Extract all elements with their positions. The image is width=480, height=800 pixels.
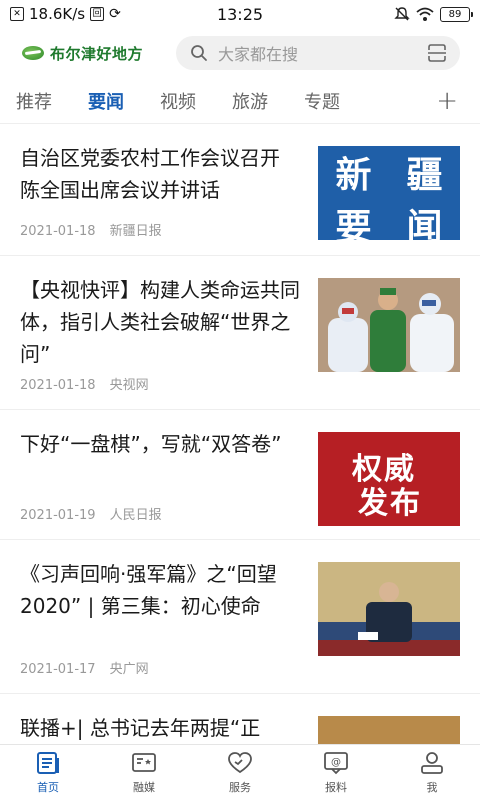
user-icon — [421, 752, 443, 774]
bottom-nav: 首页 融媒 服务 @ 报料 我 — [0, 744, 480, 800]
add-channel-button[interactable]: + — [436, 86, 458, 116]
thumb-char: 要 — [335, 206, 372, 240]
nav-me[interactable]: 我 — [384, 745, 480, 800]
news-meta: 2021-01-18 央视网 — [20, 374, 300, 409]
nav-media[interactable]: 融媒 — [96, 745, 192, 800]
news-source: 央广网 — [109, 662, 149, 677]
news-thumbnail: 新 疆 要 闻 — [318, 146, 460, 240]
search-icon — [191, 45, 207, 61]
thumb-char: 新 — [335, 154, 372, 196]
news-thumbnail — [318, 562, 460, 656]
news-item[interactable]: 联播+| 总书记去年两提“正 — [0, 694, 480, 744]
news-item[interactable]: 下好“一盘棋”，写就“双答卷” 2021-01-19 人民日报 权威 发布 — [0, 410, 480, 540]
news-title: 《习声回响·强军篇》之“回望2020” | 第三集：初心使命 — [20, 562, 277, 618]
news-date: 2021-01-17 — [20, 662, 96, 677]
news-text: 联播+| 总书记去年两提“正 — [20, 712, 318, 744]
news-text: 自治区党委农村工作会议召开 陈全国出席会议并讲话 2021-01-18 新疆日报 — [20, 142, 318, 255]
news-title: 下好“一盘棋”，写就“双答卷” — [20, 432, 282, 456]
news-title: 自治区党委农村工作会议召开 陈全国出席会议并讲话 — [20, 146, 280, 202]
news-text: 《习声回响·强军篇》之“回望2020” | 第三集：初心使命 2021-01-1… — [20, 558, 318, 693]
medical-workers-image — [318, 278, 460, 372]
news-meta: 2021-01-19 人民日报 — [20, 504, 300, 539]
nav-label: 融媒 — [133, 781, 155, 794]
tab-video[interactable]: 视频 — [160, 88, 196, 114]
search-placeholder: 大家都在搜 — [218, 45, 299, 64]
status-bar: ✕ 18.6K/s 回 ⟳ 89 13:25 — [0, 0, 480, 28]
nav-label: 首页 — [37, 781, 59, 794]
news-source: 央视网 — [109, 378, 149, 393]
status-right: 89 — [394, 6, 473, 22]
nav-label: 我 — [426, 781, 438, 794]
news-item[interactable]: 【央视快评】构建人类命运共同体，指引人类社会破解“世界之问” 2021-01-1… — [0, 256, 480, 410]
top-bar: 布尔津好地方 大家都在搜 — [0, 28, 480, 78]
tab-topics[interactable]: 专题 — [304, 88, 340, 114]
news-meta: 2021-01-18 新疆日报 — [20, 220, 300, 255]
news-thumbnail: 权威 发布 — [318, 432, 460, 526]
battery-icon: 89 — [440, 6, 473, 22]
sync-icon: ⟳ — [109, 6, 121, 22]
network-speed: 18.6K/s — [29, 5, 86, 23]
quanwei-bottom: 发布 — [358, 486, 422, 521]
tab-headlines[interactable]: 要闻 — [88, 88, 124, 114]
media-icon — [132, 753, 156, 772]
news-item[interactable]: 《习声回响·强军篇》之“回望2020” | 第三集：初心使命 2021-01-1… — [0, 540, 480, 694]
news-feed[interactable]: 自治区党委农村工作会议召开 陈全国出席会议并讲话 2021-01-18 新疆日报 … — [0, 124, 480, 744]
wifi-icon — [416, 7, 434, 21]
logo-icon — [22, 46, 44, 60]
nav-report[interactable]: @ 报料 — [288, 745, 384, 800]
tab-recommend[interactable]: 推荐 — [16, 88, 52, 114]
tab-travel[interactable]: 旅游 — [232, 88, 268, 114]
news-meta: 2021-01-17 央广网 — [20, 658, 300, 693]
nav-label: 服务 — [229, 781, 251, 794]
meeting-image — [318, 562, 460, 656]
news-date: 2021-01-18 — [20, 224, 96, 239]
news-thumbnail — [318, 716, 460, 744]
news-source: 新疆日报 — [109, 224, 162, 239]
service-icon — [228, 752, 252, 774]
news-thumbnail — [318, 278, 460, 372]
news-source: 人民日报 — [109, 508, 162, 523]
app-notification-icon: 回 — [90, 7, 105, 21]
svg-text:@: @ — [331, 757, 341, 768]
thumb-char: 疆 — [406, 154, 443, 196]
app-logo[interactable]: 布尔津好地方 — [22, 43, 168, 64]
status-left: ✕ 18.6K/s 回 ⟳ — [10, 5, 121, 23]
mute-icon — [394, 7, 410, 21]
news-title: 【央视快评】构建人类命运共同体，指引人类社会破解“世界之问” — [20, 278, 300, 366]
nav-service[interactable]: 服务 — [192, 745, 288, 800]
news-text: 【央视快评】构建人类命运共同体，指引人类社会破解“世界之问” 2021-01-1… — [20, 274, 318, 409]
scan-icon[interactable] — [426, 42, 448, 64]
report-icon: @ — [324, 752, 348, 775]
news-text: 下好“一盘棋”，写就“双答卷” 2021-01-19 人民日报 — [20, 428, 318, 539]
close-notification-icon: ✕ — [10, 7, 24, 21]
search-input[interactable]: 大家都在搜 — [176, 36, 460, 70]
battery-level: 89 — [448, 8, 462, 20]
channel-tabs: 推荐 要闻 视频 旅游 专题 + — [0, 78, 480, 124]
logo-text: 布尔津好地方 — [50, 44, 144, 63]
nav-home[interactable]: 首页 — [0, 745, 96, 800]
news-item[interactable]: 自治区党委农村工作会议召开 陈全国出席会议并讲话 2021-01-18 新疆日报 … — [0, 124, 480, 256]
news-date: 2021-01-19 — [20, 508, 96, 523]
nav-label: 报料 — [325, 781, 347, 794]
news-date: 2021-01-18 — [20, 378, 96, 393]
thumb-char: 闻 — [406, 206, 443, 240]
home-icon — [37, 752, 59, 774]
news-title: 联播+| 总书记去年两提“正 — [20, 716, 261, 740]
